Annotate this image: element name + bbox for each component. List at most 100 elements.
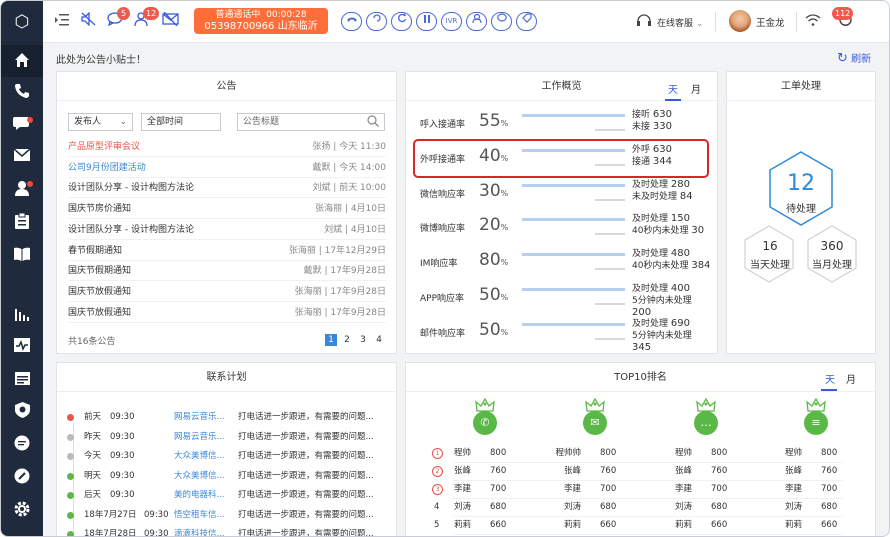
list-item[interactable]: 产品原型评审会议 张扬 | 今天 11:30 xyxy=(68,137,386,157)
top10-tab-month[interactable]: 月 xyxy=(846,371,856,386)
tag-button[interactable] xyxy=(516,12,537,31)
mail-icon[interactable] xyxy=(12,147,32,167)
agent-status[interactable]: 在线客服 ⌄ xyxy=(657,16,703,29)
list-item[interactable]: 公司9月份团建活动 戴默 | 今天 14:00 xyxy=(68,158,386,178)
title-search-input[interactable]: 公告标题 xyxy=(237,113,385,131)
plan-day: 昨天 xyxy=(84,431,102,442)
time-select[interactable]: 全部时间 xyxy=(141,113,221,131)
settings-icon[interactable] xyxy=(12,501,32,521)
list-item[interactable]: 国庆节放假通知 张海丽 | 17年9月28日 xyxy=(68,282,386,302)
announcement-title[interactable]: 设计团队分享 - 设计构图方法论 xyxy=(68,178,194,198)
clipboard-icon[interactable] xyxy=(12,212,32,233)
mute-icon[interactable] xyxy=(79,11,99,32)
rank-name[interactable]: 莉莉 xyxy=(535,517,581,534)
plan-note: 打电话进一步跟进，有需要的问题... xyxy=(238,451,374,461)
phone-icon[interactable] xyxy=(12,83,32,103)
active-call-box[interactable]: 普通通话中 00:00:28 05398700966 山东临沂 xyxy=(194,8,328,34)
ivr-button[interactable]: IVR xyxy=(441,12,462,31)
work-label: 微信响应率 xyxy=(420,189,466,200)
rank-name[interactable]: 程帅 xyxy=(756,445,802,462)
work-rate: 50% xyxy=(479,320,508,340)
wifi-icon[interactable] xyxy=(803,12,823,32)
page-4-button[interactable]: 4 xyxy=(373,334,385,346)
message-button[interactable] xyxy=(491,12,512,31)
plan-company[interactable]: 网易云音乐... xyxy=(174,428,225,447)
rank-name[interactable]: 刘涛 xyxy=(535,499,581,516)
home-icon[interactable] xyxy=(12,51,32,71)
list-item[interactable]: 昨天 09:30 网易云音乐... 打电话进一步跟进，有需要的问题... xyxy=(67,428,395,447)
list-item[interactable]: 国庆节假期通知 戴默 | 17年9月28日 xyxy=(68,261,386,282)
list-item[interactable]: 后天 09:30 美的电器科... 打电话进一步跟进，有需要的问题... xyxy=(67,486,395,505)
plan-company[interactable]: 悟空租车信... xyxy=(174,506,225,525)
rank-name[interactable]: 李建 xyxy=(756,481,802,498)
rank-name[interactable]: 李建 xyxy=(535,481,581,498)
list-item[interactable]: 明天 09:30 大众美博信... 打电话进一步跟进，有需要的问题... xyxy=(67,467,395,486)
message-icon[interactable] xyxy=(12,435,32,455)
page-2-button[interactable]: 2 xyxy=(341,334,353,346)
pause-button[interactable] xyxy=(416,12,437,31)
rank-name[interactable]: 李建 xyxy=(646,481,692,498)
page-3-button[interactable]: 3 xyxy=(357,334,369,346)
user-name[interactable]: 王金龙 xyxy=(756,15,785,29)
rate-bar-primary xyxy=(522,322,625,326)
chart-icon[interactable] xyxy=(12,305,32,325)
announcement-title[interactable]: 产品原型评审会议 xyxy=(68,137,140,157)
list-item[interactable]: 设计团队分享 - 设计构图方法论 刘斌 | 4月10日 xyxy=(68,220,386,240)
plan-company[interactable]: 滴滴科技信... xyxy=(174,525,225,536)
link-icon[interactable] xyxy=(12,468,32,488)
announcement-title[interactable]: 春节假期通知 xyxy=(68,241,122,261)
rank-name[interactable]: 刘涛 xyxy=(646,499,692,516)
rank-name[interactable]: 程帅帅 xyxy=(535,445,581,462)
announcement-title[interactable]: 设计团队分享 - 设计构图方法论 xyxy=(68,220,194,240)
refresh-button[interactable]: ↻ 刷新 xyxy=(837,50,871,66)
rank-name[interactable]: 莉莉 xyxy=(425,517,471,534)
calendar-icon[interactable] xyxy=(12,370,32,390)
tab-month[interactable]: 月 xyxy=(691,81,701,96)
list-item[interactable]: 国庆节房价通知 张海丽 | 4月10日 xyxy=(68,199,386,220)
announcement-title[interactable]: 公司9月份团建活动 xyxy=(68,158,146,178)
list-item[interactable]: 春节假期通知 张海丽 | 17年12月29日 xyxy=(68,241,386,261)
mail-off-icon[interactable] xyxy=(160,11,180,32)
plan-company[interactable]: 大众美博信... xyxy=(174,447,225,466)
monitor-icon[interactable] xyxy=(12,337,32,357)
book-icon[interactable] xyxy=(12,246,32,266)
top10-tab-day[interactable]: 天 xyxy=(825,371,835,386)
publisher-select[interactable]: 发布人 ⌄ xyxy=(68,113,133,131)
announcement-title[interactable]: 国庆节放假通知 xyxy=(68,303,131,323)
list-item[interactable]: 前天 09:30 网易云音乐... 打电话进一步跟进，有需要的问题... xyxy=(67,408,395,427)
rank-name[interactable]: 刘涛 xyxy=(756,499,802,516)
plan-note: 打电话进一步跟进，有需要的问题... xyxy=(238,470,374,481)
hangup-button[interactable] xyxy=(341,12,362,31)
list-item[interactable]: 设计团队分享 - 设计构图方法论 刘斌 | 前天 10:00 xyxy=(68,178,386,199)
rank-name[interactable]: 程帅 xyxy=(646,445,692,462)
panel-title: TOP10排名 xyxy=(406,363,875,392)
plan-company[interactable]: 网易云音乐... xyxy=(174,408,225,427)
rank-name[interactable]: 张峰 xyxy=(535,463,581,480)
announcement-title[interactable]: 国庆节房价通知 xyxy=(68,199,131,219)
rank-name[interactable]: 张峰 xyxy=(756,463,802,480)
rank-name[interactable]: 刘涛 xyxy=(425,499,471,516)
list-item[interactable]: 国庆节放假通知 张海丽 | 17年9月28日 xyxy=(68,303,386,323)
list-item[interactable]: 今天 09:30 大众美博信... 打电话进一步跟进，有需要的问题... xyxy=(67,447,395,466)
today-count[interactable]: 16 xyxy=(743,239,797,253)
rank-name[interactable]: 张峰 xyxy=(646,463,692,480)
announcement-title[interactable]: 国庆节假期通知 xyxy=(68,261,131,281)
plan-company[interactable]: 大众美博信... xyxy=(174,467,225,486)
page-1-button[interactable]: 1 xyxy=(325,334,337,346)
transfer-button[interactable] xyxy=(366,12,387,31)
shield-icon[interactable] xyxy=(12,402,32,422)
agent-button[interactable] xyxy=(466,12,487,31)
plan-company[interactable]: 美的电器科... xyxy=(174,486,225,505)
menu-collapse-icon[interactable] xyxy=(52,12,72,32)
rank-name[interactable]: 莉莉 xyxy=(646,517,692,534)
list-item[interactable]: 18年7月27日 09:30 悟空租车信... 打电话进一步跟进，有需要的问题... xyxy=(67,506,395,525)
announcement-title[interactable]: 国庆节放假通知 xyxy=(68,282,131,302)
pending-count[interactable]: 12 xyxy=(770,171,832,196)
list-item[interactable]: 18年7月28日 09:30 滴滴科技信... 打电话进一步跟进，有需要的问题... xyxy=(67,525,395,536)
avatar[interactable] xyxy=(729,10,751,32)
rank-name[interactable]: 莉莉 xyxy=(756,517,802,534)
tab-day[interactable]: 天 xyxy=(668,81,678,96)
month-count[interactable]: 360 xyxy=(805,239,859,253)
refresh-call-button[interactable] xyxy=(391,12,412,31)
search-icon[interactable] xyxy=(367,115,379,133)
